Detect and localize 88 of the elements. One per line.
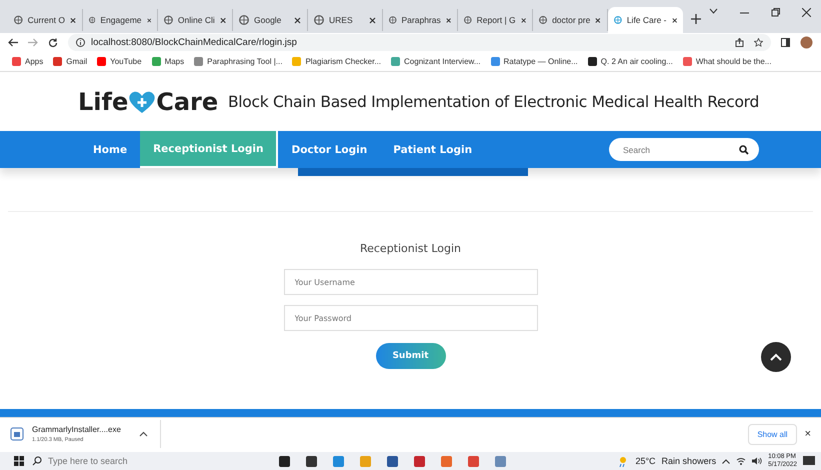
heart-icon [128, 90, 156, 114]
installer-icon [10, 427, 24, 441]
temperature: 25°C [635, 456, 656, 466]
bookmark[interactable]: Gmail [53, 57, 88, 66]
bookmark-icon [97, 57, 106, 66]
globe-icon [239, 15, 249, 25]
globe-icon [314, 15, 324, 25]
globe-icon [464, 15, 472, 25]
globe-icon [164, 15, 173, 25]
reload-icon[interactable] [48, 38, 58, 48]
bookmark[interactable]: Paraphrasing Tool |... [194, 57, 282, 66]
bookmark-icon [490, 57, 500, 66]
share-icon[interactable] [735, 38, 744, 47]
bookmark-icon [292, 57, 302, 66]
globe-icon [89, 15, 96, 25]
chevron-up-icon [770, 353, 782, 361]
speaker-icon[interactable] [752, 457, 762, 465]
bookmark-icon [391, 57, 400, 66]
browser-tab[interactable]: Online Cli [158, 9, 233, 31]
bookmark-icon [194, 57, 204, 66]
browser-tab[interactable]: Engageme [83, 9, 158, 31]
input-field[interactable]: Your Password [284, 305, 538, 331]
browser-tab[interactable]: Paraphras [383, 9, 458, 31]
logo-text: Care [156, 88, 218, 116]
app-icon[interactable] [278, 454, 291, 468]
close-button[interactable]: × [796, 428, 811, 440]
globe-icon [539, 15, 548, 25]
close-icon[interactable] [595, 16, 601, 24]
bookmark[interactable]: What should be the... [682, 57, 772, 66]
restore-icon[interactable] [771, 8, 780, 17]
browser-tab[interactable]: Life Care - [608, 7, 683, 33]
bookmark-icon [588, 57, 597, 66]
scroll-top-button[interactable] [761, 342, 791, 372]
bookmark[interactable]: Maps [152, 57, 184, 66]
download-name[interactable]: GrammarlyInstaller....exe [32, 425, 121, 434]
show-all-button[interactable]: Show all [748, 424, 797, 444]
close-icon[interactable] [220, 16, 226, 24]
bookmark[interactable]: YouTube [97, 57, 142, 66]
star-icon[interactable] [754, 38, 763, 47]
windows-icon[interactable] [14, 456, 24, 466]
bookmark-icon [53, 57, 62, 66]
chevron-down-icon[interactable] [709, 8, 718, 14]
address-bar[interactable]: localhost:8080/BlockChainMedicalCare/rlogin.jsp [68, 34, 771, 51]
bookmark-icon [12, 57, 21, 66]
info-icon [76, 38, 85, 47]
globe-icon [14, 15, 23, 25]
bookmark[interactable]: Q. 2 An air cooling... [588, 57, 673, 66]
globe-icon [614, 15, 622, 25]
close-icon[interactable] [802, 8, 811, 17]
close-icon[interactable] [672, 16, 677, 24]
nav-link[interactable]: Doctor Login [278, 131, 380, 168]
close-icon[interactable] [70, 16, 76, 24]
nav-link[interactable]: Home [80, 131, 140, 168]
search-icon[interactable] [739, 144, 749, 154]
form-title: Receptionist Login [360, 242, 462, 255]
bookmark[interactable]: Plagiarism Checker... [292, 57, 382, 66]
back-icon[interactable] [8, 38, 18, 47]
app-icon[interactable] [305, 454, 318, 468]
nav-link[interactable]: Patient Login [380, 131, 486, 168]
sidebar-icon[interactable] [781, 38, 790, 47]
browser-tab[interactable]: Report | G [458, 9, 533, 31]
site-title: Block Chain Based Implementation of Electronic Medical Health Record [228, 92, 759, 110]
search-field[interactable]: Search [609, 138, 759, 161]
avatar-icon[interactable] [800, 36, 813, 49]
input-field[interactable]: Your Username [284, 269, 538, 295]
wifi-icon[interactable] [736, 457, 746, 465]
browser-tab[interactable]: URES [308, 9, 383, 31]
logo-text: Life [78, 88, 128, 116]
app-icon[interactable] [386, 454, 399, 468]
close-icon[interactable] [294, 16, 301, 24]
close-icon[interactable] [369, 16, 376, 24]
bookmark[interactable]: Cognizant Interview... [391, 57, 481, 66]
close-icon[interactable] [446, 16, 451, 24]
close-icon[interactable] [146, 16, 151, 24]
search-icon[interactable] [32, 456, 42, 466]
url-text: localhost:8080/BlockChainMedicalCare/rlogin.jsp [91, 37, 297, 48]
close-icon[interactable] [520, 16, 526, 24]
weather-text: Rain showers [662, 456, 716, 466]
caret-up-icon[interactable] [722, 458, 730, 464]
bookmark-icon [152, 57, 161, 66]
bookmark-icon [682, 57, 692, 66]
browser-tab[interactable]: Current O [8, 9, 83, 31]
caret-icon[interactable] [138, 431, 148, 437]
browser-tab[interactable]: Google [233, 9, 308, 31]
bookmark[interactable]: Ratatype — Online... [490, 57, 578, 66]
plus-icon[interactable] [691, 14, 701, 24]
globe-icon [389, 15, 397, 25]
bookmark[interactable]: Apps [12, 57, 44, 66]
